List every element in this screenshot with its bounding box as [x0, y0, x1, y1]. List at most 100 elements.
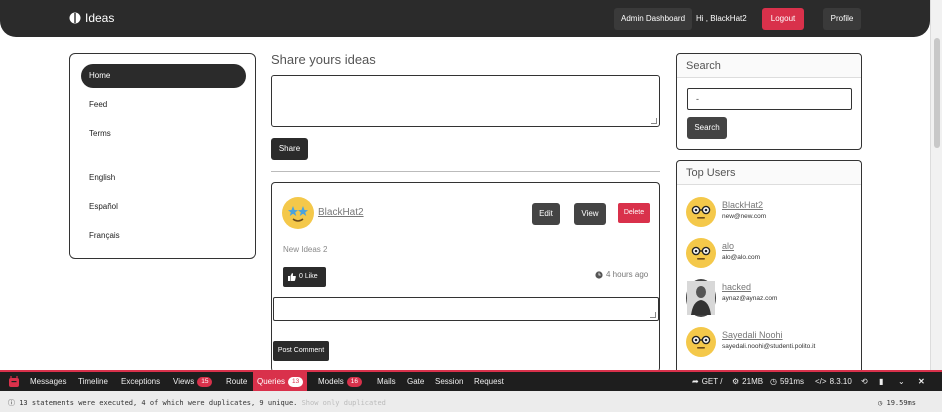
brand[interactable]: Ideas: [69, 11, 114, 25]
search-input[interactable]: -: [687, 88, 852, 110]
debugbar-logo-icon[interactable]: [8, 376, 20, 388]
duration-text: 591ms: [779, 377, 804, 386]
top-users-title: Top Users: [677, 161, 861, 185]
profile-link[interactable]: Profile: [823, 8, 861, 30]
cogs-icon: ⚙: [732, 377, 740, 386]
admin-dashboard-link[interactable]: Admin Dashboard: [614, 8, 693, 30]
count-badge: 15: [197, 376, 213, 387]
language-espanol[interactable]: Español: [81, 195, 246, 219]
top-user-name[interactable]: Sayedali Noohi: [722, 330, 783, 340]
avatar: [686, 327, 716, 357]
debug-tab-mails[interactable]: Mails: [373, 372, 400, 391]
avatar-photo: [686, 279, 716, 317]
debug-tab-gate[interactable]: Gate: [403, 372, 428, 391]
debug-tab-models[interactable]: Models 16: [314, 372, 366, 391]
nerd-glasses-emoji-icon: [688, 199, 714, 225]
like-count: 0 Like: [299, 273, 318, 280]
close-icon[interactable]: ✕: [918, 372, 925, 391]
top-user-item: hacked aynaz@aynaz.com: [686, 279, 856, 317]
queries-summary-text: 13 statements were executed, 4 of which …: [19, 399, 298, 407]
request-duration: ◷ 591ms: [770, 372, 804, 391]
post-author-link[interactable]: BlackHat2: [318, 207, 364, 218]
php-version-text: 8.3.10: [829, 377, 852, 386]
language-francais[interactable]: Français: [81, 224, 246, 248]
memory-text: 21MB: [742, 377, 764, 386]
total-time-text: 19.59ms: [886, 399, 916, 407]
clock-icon: ◷: [878, 399, 883, 407]
top-user-item: Sayedali Noohi sayedali.noohi@studenti.p…: [686, 327, 856, 363]
resize-handle[interactable]: [650, 312, 656, 318]
debug-tab-label: Timeline: [78, 377, 108, 386]
debug-tab-label: Session: [435, 377, 464, 386]
share-heading: Share yours ideas: [271, 52, 376, 67]
top-user-name[interactable]: BlackHat2: [722, 200, 763, 210]
nerd-glasses-emoji-icon: [688, 240, 714, 266]
debug-tab-label: Exceptions: [121, 377, 161, 386]
memory-usage: ⚙ 21MB: [732, 372, 763, 391]
like-button[interactable]: 0 Like: [283, 267, 326, 287]
clock-icon: ◷: [770, 377, 777, 386]
idea-textarea[interactable]: [271, 75, 660, 127]
folder-icon[interactable]: ▮: [879, 372, 883, 391]
delete-button[interactable]: Delete: [618, 203, 650, 223]
share-button[interactable]: Share: [271, 138, 308, 160]
php-version: </> 8.3.10: [815, 372, 852, 391]
comment-input[interactable]: [273, 297, 659, 321]
debug-tab-queries[interactable]: Queries 13: [253, 372, 308, 391]
debug-tab-route[interactable]: Route: [222, 372, 251, 391]
top-user-email: sayedali.noohi@studenti.polito.it: [722, 343, 816, 350]
post-comment-button[interactable]: Post Comment: [273, 341, 329, 361]
thumbs-up-icon: [288, 273, 296, 281]
debug-tab-timeline[interactable]: Timeline: [74, 372, 112, 391]
post-card: BlackHat2 Edit View Delete New Ideas 2 0…: [271, 182, 660, 372]
post-content: New Ideas 2: [283, 245, 328, 254]
debug-tab-views[interactable]: Views 15: [169, 372, 216, 391]
debug-tab-label: Models: [318, 377, 344, 386]
person-photo-icon: [687, 281, 715, 315]
debug-tab-messages[interactable]: Messages: [26, 372, 70, 391]
queries-summary: ⓘ 13 statements were executed, 4 of whic…: [0, 393, 942, 412]
star-eyes-emoji-icon: [285, 200, 311, 226]
count-badge: 16: [346, 376, 363, 387]
debug-tab-exceptions[interactable]: Exceptions: [117, 372, 164, 391]
time-ago-text: 4 hours ago: [606, 270, 649, 279]
top-user-name[interactable]: hacked: [722, 282, 751, 292]
post-timestamp: 4 hours ago: [595, 270, 648, 279]
avatar: [686, 238, 716, 268]
edit-button[interactable]: Edit: [532, 203, 560, 225]
history-icon[interactable]: ⟲: [861, 372, 868, 391]
vertical-scrollbar[interactable]: [930, 0, 942, 372]
language-english[interactable]: English: [81, 166, 246, 190]
search-card-title: Search: [677, 54, 861, 78]
sidebar-item-terms[interactable]: Terms: [81, 122, 246, 146]
nerd-glasses-emoji-icon: [688, 329, 714, 355]
logout-button[interactable]: Logout: [762, 8, 804, 30]
debug-bar: Messages Timeline Exceptions Views 15 Rou…: [0, 370, 942, 412]
sidebar-item-home[interactable]: Home: [81, 64, 246, 88]
show-duplicates-toggle[interactable]: Show only duplicated: [302, 399, 386, 407]
request-method-text: GET /: [701, 377, 723, 386]
brand-label: Ideas: [85, 11, 115, 25]
chevron-down-icon[interactable]: ⌄: [898, 372, 905, 391]
request-method[interactable]: ➦ GET /: [692, 372, 722, 391]
debug-tab-request[interactable]: Request: [470, 372, 508, 391]
avatar: [686, 197, 716, 227]
top-user-item: BlackHat2 new@new.com: [686, 197, 856, 233]
top-user-email: new@new.com: [722, 213, 767, 220]
search-button[interactable]: Search: [687, 117, 727, 139]
top-user-item: alo alo@alo.com: [686, 238, 856, 274]
user-greeting: Hi , BlackHat2: [696, 14, 747, 23]
resize-handle[interactable]: [651, 118, 657, 124]
search-card: Search - Search: [676, 53, 862, 150]
top-user-email: aynaz@aynaz.com: [722, 295, 778, 302]
debug-tab-label: Views: [173, 377, 195, 386]
share-arrow-icon: ➦: [692, 377, 699, 386]
view-button[interactable]: View: [574, 203, 606, 225]
debug-tab-label: Gate: [407, 377, 425, 386]
top-user-name[interactable]: alo: [722, 241, 734, 251]
sidebar-item-feed[interactable]: Feed: [81, 93, 246, 117]
scrollbar-thumb[interactable]: [934, 38, 940, 148]
top-navbar: Ideas Admin Dashboard Hi , BlackHat2 Log…: [0, 0, 930, 37]
debug-tab-label: Messages: [30, 377, 67, 386]
debug-tab-session[interactable]: Session: [431, 372, 467, 391]
